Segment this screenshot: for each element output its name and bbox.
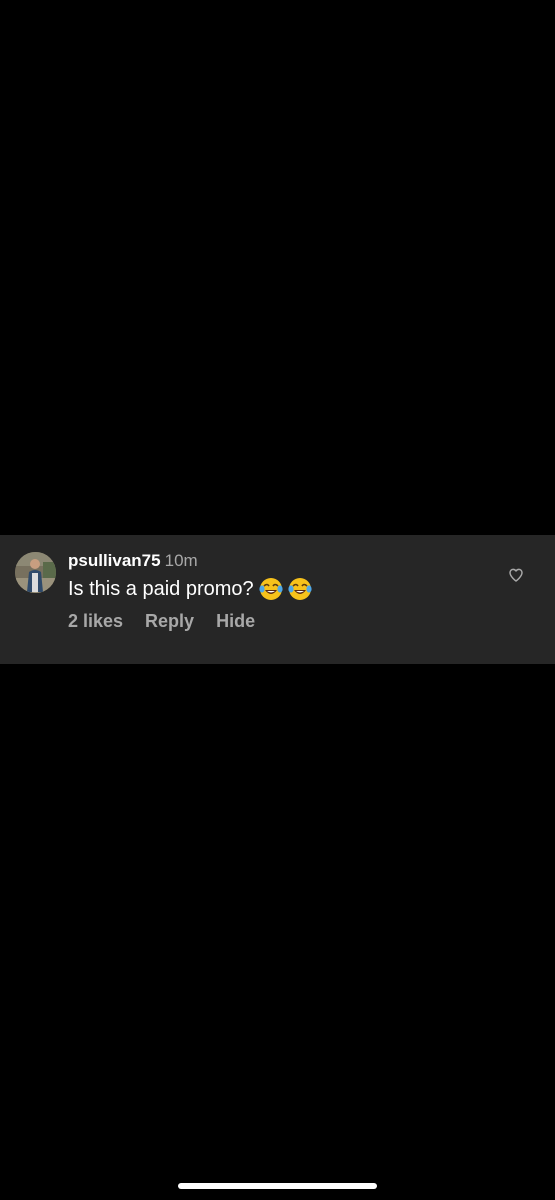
username[interactable]: psullivan75: [68, 551, 161, 570]
comment-body: Is this a paid promo?: [68, 577, 312, 601]
face-with-tears-of-joy-icon: [259, 577, 283, 601]
comment-card[interactable]: psullivan75 10m Is this a paid promo? 2 …: [0, 535, 555, 664]
reply-button[interactable]: Reply: [145, 611, 194, 632]
comment-actions: 2 likes Reply Hide: [68, 611, 255, 632]
screen: psullivan75 10m Is this a paid promo? 2 …: [0, 0, 555, 1200]
timestamp: 10m: [164, 551, 198, 570]
heart-outline-icon[interactable]: [508, 567, 524, 583]
comment-header: psullivan75 10m: [68, 551, 198, 575]
home-indicator[interactable]: [178, 1183, 377, 1189]
comment-text: Is this a paid promo?: [68, 577, 254, 600]
avatar[interactable]: [15, 552, 56, 593]
hide-button[interactable]: Hide: [216, 611, 255, 632]
avatar-photo-icon: [15, 552, 56, 593]
face-with-tears-of-joy-icon: [288, 577, 312, 601]
likes-count-button[interactable]: 2 likes: [68, 611, 123, 632]
